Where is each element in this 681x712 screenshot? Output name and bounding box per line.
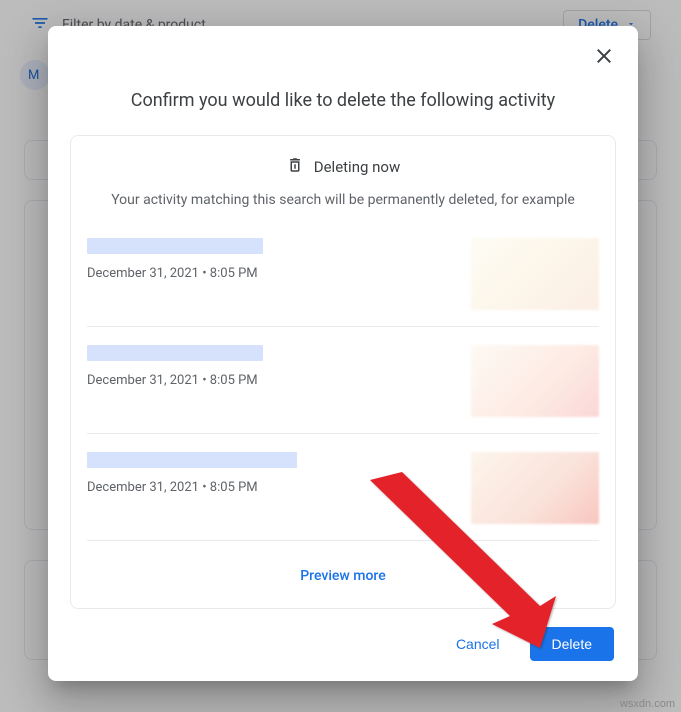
delete-button[interactable]: Delete xyxy=(530,627,614,661)
activity-timestamp: December 31, 2021 • 8:05 PM xyxy=(87,373,263,388)
deleting-now-label: Deleting now xyxy=(314,158,401,176)
redacted-title xyxy=(87,452,297,468)
preview-more-row: Preview more xyxy=(87,553,599,600)
activity-item: December 31, 2021 • 8:05 PM xyxy=(87,339,599,434)
redacted-title xyxy=(87,345,263,361)
cancel-button[interactable]: Cancel xyxy=(434,627,522,661)
watermark: wsxdn.com xyxy=(620,698,675,710)
close-button[interactable] xyxy=(592,44,616,68)
redacted-title xyxy=(87,238,263,254)
activity-thumbnail xyxy=(471,345,599,417)
activity-thumbnail xyxy=(471,452,599,524)
activity-thumbnail xyxy=(471,238,599,310)
activity-timestamp: December 31, 2021 • 8:05 PM xyxy=(87,480,297,495)
deleting-subtext: Your activity matching this search will … xyxy=(87,178,599,232)
activity-timestamp: December 31, 2021 • 8:05 PM xyxy=(87,266,263,281)
dialog-actions: Cancel Delete xyxy=(48,609,638,665)
dialog-title: Confirm you would like to delete the fol… xyxy=(48,34,638,135)
activity-item: December 31, 2021 • 8:05 PM xyxy=(87,446,599,541)
confirm-delete-dialog: Confirm you would like to delete the fol… xyxy=(48,26,638,681)
activity-item: December 31, 2021 • 8:05 PM xyxy=(87,232,599,327)
deleting-now-row: Deleting now xyxy=(87,156,599,178)
preview-more-link[interactable]: Preview more xyxy=(300,568,386,584)
trash-icon xyxy=(286,156,304,178)
activity-preview-card: Deleting now Your activity matching this… xyxy=(70,135,616,609)
